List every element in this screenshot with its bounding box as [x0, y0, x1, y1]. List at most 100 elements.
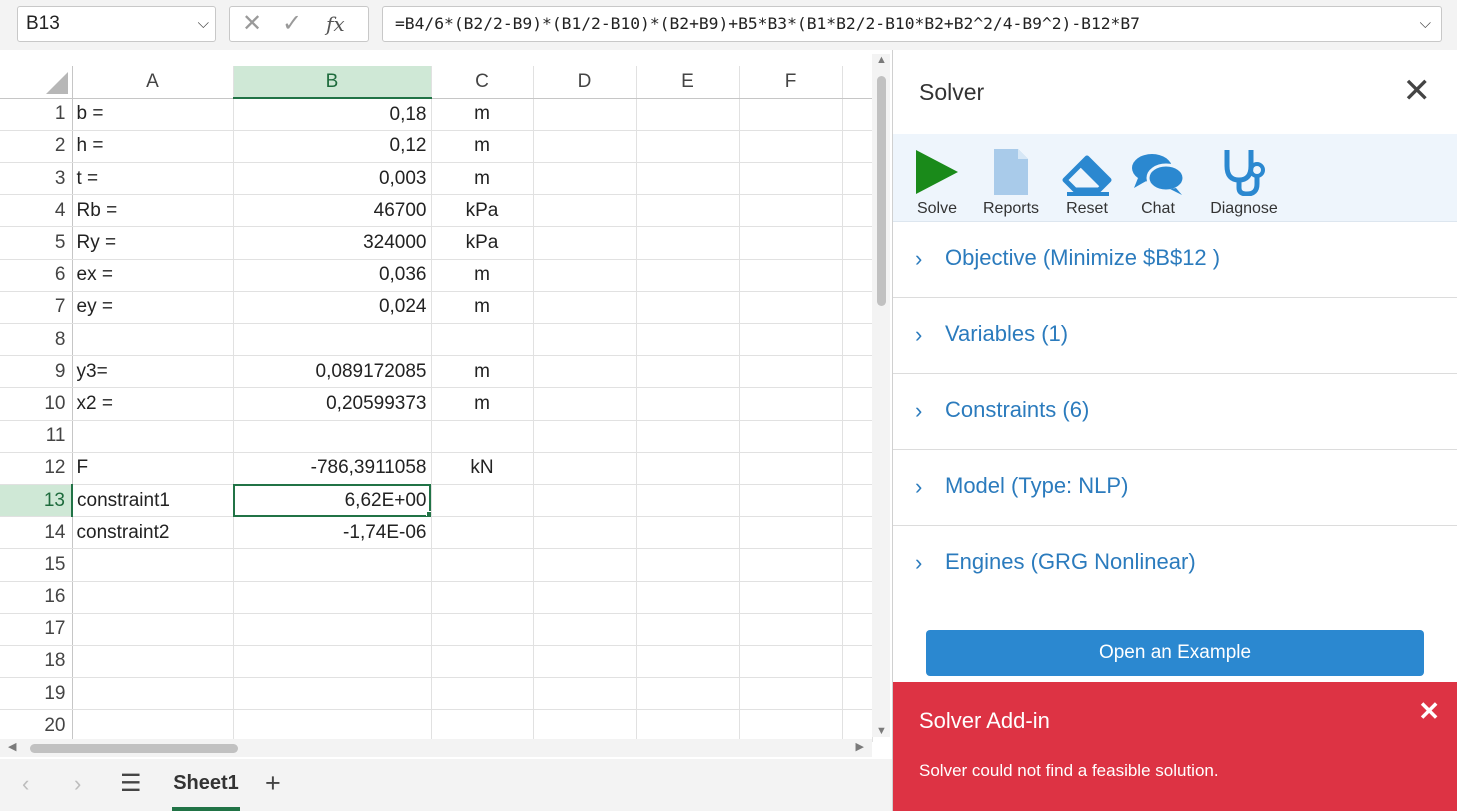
- cell-a[interactable]: ey =: [72, 291, 234, 325]
- cell-f[interactable]: [739, 387, 843, 421]
- cell-g[interactable]: [842, 291, 873, 325]
- cell-a[interactable]: F: [72, 452, 234, 485]
- row-header[interactable]: 12: [0, 452, 73, 485]
- cell-d[interactable]: [533, 98, 637, 131]
- cell-e[interactable]: [636, 355, 740, 389]
- cell-b[interactable]: [233, 677, 432, 711]
- add-sheet-icon[interactable]: +: [265, 768, 281, 799]
- cell-g[interactable]: [842, 452, 873, 485]
- cell-a[interactable]: [72, 323, 234, 357]
- cell-c[interactable]: [431, 709, 534, 743]
- horizontal-scrollbar[interactable]: ◀ ▶: [0, 739, 872, 757]
- next-sheet-icon[interactable]: ›: [74, 771, 81, 797]
- cell-c[interactable]: m: [431, 291, 534, 325]
- cell-a[interactable]: constraint1: [72, 484, 234, 518]
- cell-b[interactable]: -1,74E-06: [233, 516, 432, 550]
- cell-d[interactable]: [533, 259, 637, 292]
- cell-d[interactable]: [533, 291, 637, 325]
- cell-e[interactable]: [636, 709, 740, 743]
- column-header-a[interactable]: A: [72, 66, 234, 99]
- worksheet-grid[interactable]: A B C D E F 1b = 0,18 m 2 h = 0,12 m 3 t = 0,003 m…: [0, 66, 873, 743]
- cell-c[interactable]: m: [431, 98, 534, 131]
- cell-b[interactable]: -786,3911058: [233, 452, 432, 485]
- cell-d[interactable]: [533, 709, 637, 743]
- active-cell[interactable]: 6,62E+00: [233, 484, 432, 518]
- cell-b[interactable]: 0,024: [233, 291, 432, 325]
- cell-g[interactable]: [842, 323, 873, 357]
- cell-d[interactable]: [533, 355, 637, 389]
- all-sheets-menu-icon[interactable]: ☰: [120, 769, 142, 798]
- cell-c[interactable]: kPa: [431, 194, 534, 228]
- cell-b[interactable]: 46700: [233, 194, 432, 228]
- cell-c[interactable]: kN: [431, 452, 534, 485]
- cell-e[interactable]: [636, 645, 740, 679]
- cell-b[interactable]: 0,12: [233, 130, 432, 164]
- row-header[interactable]: 6: [0, 259, 73, 292]
- cell-e[interactable]: [636, 226, 740, 260]
- select-all-corner[interactable]: [0, 66, 73, 99]
- vertical-scrollbar[interactable]: ▲ ▼: [872, 54, 890, 737]
- cell-e[interactable]: [636, 581, 740, 614]
- cell-g[interactable]: [842, 194, 873, 228]
- cell-b[interactable]: [233, 645, 432, 679]
- cell-a[interactable]: t =: [72, 162, 234, 196]
- cell-e[interactable]: [636, 98, 740, 131]
- cell-f[interactable]: [739, 98, 843, 131]
- section-engines[interactable]: › Engines (GRG Nonlinear): [893, 526, 1457, 602]
- cell-g[interactable]: [842, 420, 873, 453]
- cell-g[interactable]: [842, 387, 873, 421]
- cell-a[interactable]: b =: [72, 98, 234, 131]
- cell-f[interactable]: [739, 581, 843, 614]
- cell-e[interactable]: [636, 162, 740, 196]
- cell-c[interactable]: m: [431, 259, 534, 292]
- cell-a[interactable]: constraint2: [72, 516, 234, 550]
- horizontal-scroll-thumb[interactable]: [30, 744, 238, 753]
- cell-e[interactable]: [636, 130, 740, 164]
- cell-b[interactable]: 324000: [233, 226, 432, 260]
- column-header-g[interactable]: [842, 66, 873, 99]
- cell-d[interactable]: [533, 645, 637, 679]
- cell-f[interactable]: [739, 516, 843, 550]
- cell-d[interactable]: [533, 194, 637, 228]
- cell-a[interactable]: [72, 581, 234, 614]
- cell-e[interactable]: [636, 259, 740, 292]
- cell-c[interactable]: m: [431, 130, 534, 164]
- cell-f[interactable]: [739, 130, 843, 164]
- open-example-button[interactable]: Open an Example: [926, 630, 1424, 676]
- cell-c[interactable]: kPa: [431, 226, 534, 260]
- cell-f[interactable]: [739, 645, 843, 679]
- cell-e[interactable]: [636, 516, 740, 550]
- row-header[interactable]: 1: [0, 98, 73, 131]
- column-header-b[interactable]: B: [233, 66, 432, 100]
- cell-f[interactable]: [739, 355, 843, 389]
- cell-b[interactable]: 0,003: [233, 162, 432, 196]
- cell-g[interactable]: [842, 355, 873, 389]
- row-header[interactable]: 2: [0, 130, 73, 164]
- row-header[interactable]: 5: [0, 226, 73, 260]
- cell-f[interactable]: [739, 677, 843, 711]
- cell-c[interactable]: [431, 581, 534, 614]
- scroll-up-icon[interactable]: ▲: [876, 54, 887, 66]
- cell-b[interactable]: [233, 548, 432, 582]
- cell-g[interactable]: [842, 162, 873, 196]
- cell-g[interactable]: [842, 484, 873, 518]
- row-header[interactable]: 10: [0, 387, 73, 421]
- solve-button[interactable]: Solve: [913, 144, 961, 218]
- cell-f[interactable]: [739, 709, 843, 743]
- cell-a[interactable]: y3=: [72, 355, 234, 389]
- expand-formula-icon[interactable]: ⌵: [1420, 7, 1431, 41]
- cell-d[interactable]: [533, 452, 637, 485]
- cell-e[interactable]: [636, 677, 740, 711]
- section-constraints[interactable]: › Constraints (6): [893, 374, 1457, 450]
- tab-sheet1[interactable]: Sheet1: [172, 759, 240, 811]
- cell-f[interactable]: [739, 162, 843, 196]
- row-header[interactable]: 14: [0, 516, 73, 550]
- cell-b[interactable]: [233, 323, 432, 357]
- cell-b[interactable]: 0,089172085: [233, 355, 432, 389]
- cell-d[interactable]: [533, 226, 637, 260]
- column-header-e[interactable]: E: [636, 66, 740, 99]
- cell-c[interactable]: m: [431, 355, 534, 389]
- row-header[interactable]: 3: [0, 162, 73, 196]
- row-header[interactable]: 19: [0, 677, 73, 711]
- cell-b[interactable]: 0,18: [233, 98, 432, 131]
